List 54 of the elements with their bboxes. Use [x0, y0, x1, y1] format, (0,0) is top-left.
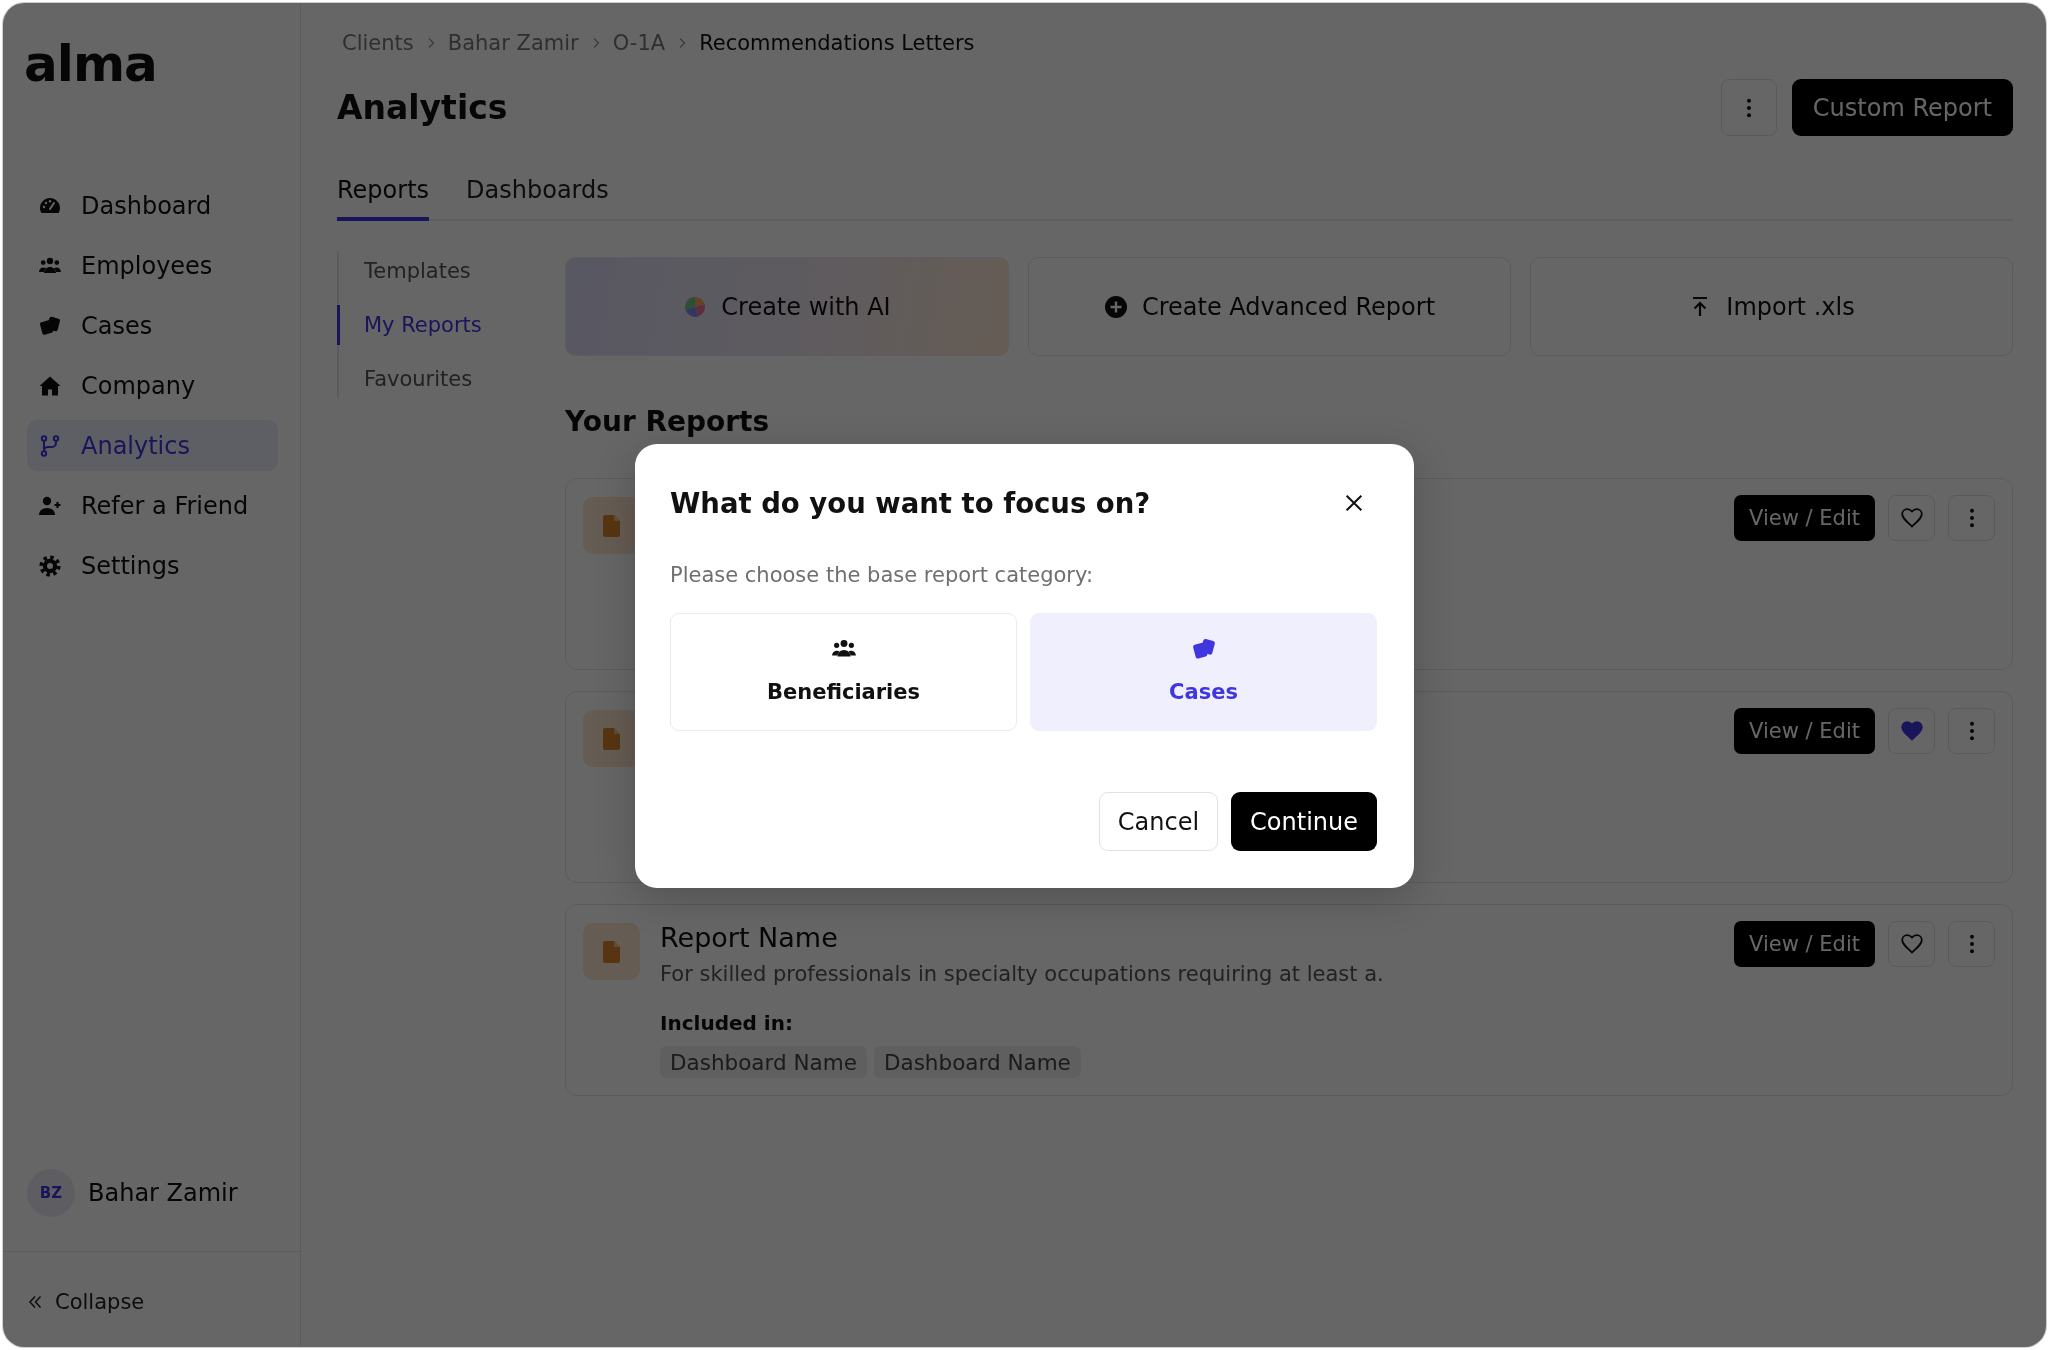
nav-item[interactable]: Company	[27, 360, 278, 411]
dashboard-tag[interactable]: Dashboard Name	[873, 1046, 1081, 1078]
more-button[interactable]	[1948, 708, 1995, 754]
gear-icon	[38, 553, 62, 578]
nav-item[interactable]: Cases	[27, 300, 278, 351]
custom-report-button[interactable]: Custom Report	[1791, 79, 2013, 136]
user-avatar: BZ	[27, 1169, 75, 1217]
document-icon	[583, 923, 640, 980]
section-heading: Your Reports	[565, 404, 771, 440]
category-option[interactable]: Beneficiaries	[670, 613, 1017, 731]
branch-icon	[38, 433, 62, 458]
view-edit-button[interactable]: View / Edit	[1734, 495, 1875, 541]
dashboard-tag[interactable]: Dashboard Name	[660, 1046, 867, 1078]
plus-circle-icon	[1103, 294, 1128, 319]
action-card[interactable]: Import .xls	[1530, 257, 2013, 356]
favourite-button[interactable]	[1888, 921, 1935, 967]
breadcrumb-current: Recommendations Letters	[699, 30, 975, 57]
color-wheel-icon	[683, 294, 708, 319]
nav-item[interactable]: Analytics	[27, 420, 278, 471]
favourite-button[interactable]	[1888, 495, 1935, 541]
report-title: Report Name	[660, 921, 839, 955]
close-icon[interactable]	[1343, 492, 1365, 514]
subnav-item[interactable]: Templates	[337, 251, 565, 291]
kebab-icon	[1968, 508, 1975, 528]
nav-item[interactable]: Refer a Friend	[27, 480, 278, 531]
tab[interactable]: Dashboards	[466, 172, 609, 221]
action-card[interactable]: Create with AI	[565, 257, 1009, 356]
tab[interactable]: Reports	[337, 172, 430, 221]
more-button[interactable]	[1948, 921, 1995, 967]
included-label: Included in:	[660, 1010, 794, 1037]
action-card[interactable]: Create Advanced Report	[1028, 257, 1511, 356]
view-edit-button[interactable]: View / Edit	[1734, 708, 1875, 754]
continue-button[interactable]: Continue	[1231, 792, 1377, 851]
kebab-icon	[1745, 97, 1752, 118]
nav-item[interactable]: Settings	[27, 540, 278, 591]
nav-item[interactable]: Dashboard	[27, 180, 278, 231]
report-description: For skilled professionals in specialty occupations requiring at least a.	[660, 961, 1385, 988]
subnav-item[interactable]: Favourites	[337, 359, 565, 399]
favourite-button[interactable]	[1888, 708, 1935, 754]
nav-item[interactable]: Employees	[27, 240, 278, 291]
user-name: Bahar Zamir	[88, 1179, 238, 1207]
chevron-right-icon	[677, 36, 688, 50]
view-edit-button[interactable]: View / Edit	[1734, 921, 1875, 967]
kebab-icon	[1968, 721, 1975, 741]
logo: alma	[24, 39, 157, 89]
modal-prompt: Please choose the base report category:	[670, 562, 1094, 589]
kebab-icon	[1968, 934, 1975, 954]
category-option[interactable]: Cases	[1030, 613, 1377, 731]
collapse-button[interactable]: Collapse	[27, 1289, 145, 1314]
chevrons-left-icon	[27, 1293, 43, 1310]
page-title: Analytics	[337, 88, 508, 127]
cancel-button[interactable]: Cancel	[1098, 792, 1219, 851]
more-button[interactable]	[1948, 495, 1995, 541]
modal-title: What do you want to focus on?	[670, 486, 1151, 521]
